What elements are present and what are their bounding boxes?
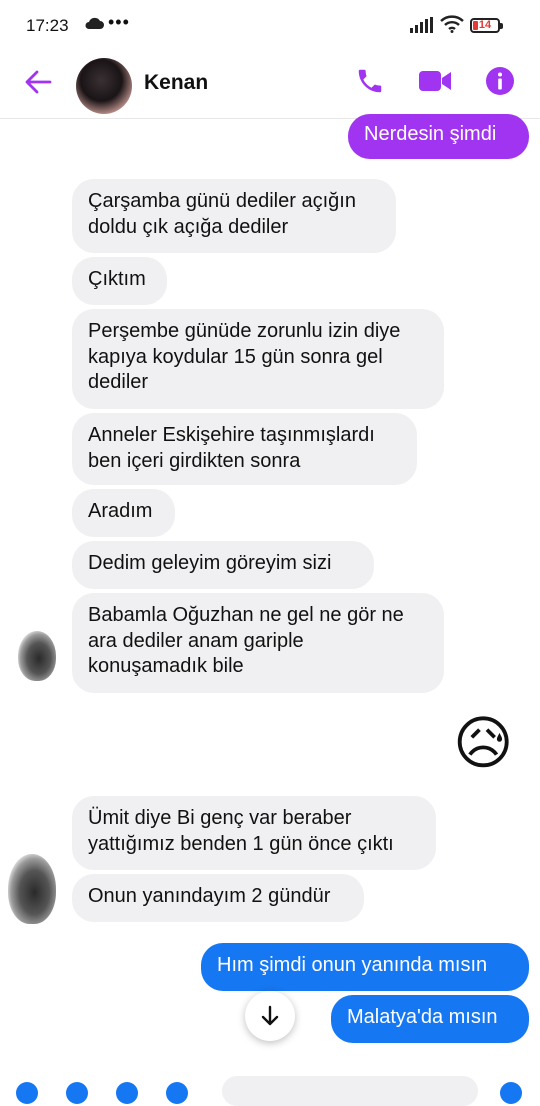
video-camera-icon[interactable]: [418, 68, 454, 99]
message-incoming[interactable]: Dedim geleyim göreyim sizi: [72, 541, 374, 589]
sender-avatar[interactable]: [18, 631, 56, 681]
message-list[interactable]: Nerdesin şimdi Çarşamba günü dediler açı…: [0, 114, 540, 1087]
message-outgoing-emoji[interactable]: 😥: [453, 712, 513, 776]
status-time: 17:23: [26, 16, 69, 35]
wifi-icon: [440, 15, 464, 38]
status-bar: 17:23 ••• 14: [0, 0, 540, 52]
arrow-down-icon: [261, 1005, 279, 1026]
gallery-icon[interactable]: [116, 1082, 138, 1104]
more-notifications-icon: •••: [108, 12, 130, 32]
message-incoming[interactable]: Onun yanındayım 2 gündür: [72, 874, 364, 922]
like-icon[interactable]: [500, 1082, 522, 1104]
contact-name[interactable]: Kenan: [144, 71, 208, 95]
message-outgoing[interactable]: Malatya'da mısın: [331, 995, 529, 1043]
message-incoming[interactable]: Babamla Oğuzhan ne gel ne gör ne ara ded…: [72, 593, 444, 693]
message-outgoing[interactable]: Nerdesin şimdi: [348, 114, 529, 159]
message-composer: [0, 1074, 540, 1106]
message-input[interactable]: [222, 1076, 478, 1106]
message-outgoing[interactable]: Hım şimdi onun yanında mısın: [201, 943, 529, 991]
signal-icon: [410, 17, 434, 38]
microphone-icon[interactable]: [166, 1082, 188, 1104]
phone-icon[interactable]: [355, 66, 385, 101]
cloud-icon: [84, 15, 104, 35]
conversation-header: Kenan: [0, 52, 540, 119]
info-icon[interactable]: [485, 66, 515, 101]
sender-avatar[interactable]: [8, 854, 56, 924]
message-incoming[interactable]: Perşembe günüde zorunlu izin diye kapıya…: [72, 309, 444, 409]
more-actions-icon[interactable]: [16, 1082, 38, 1104]
message-incoming[interactable]: Aradım: [72, 489, 175, 537]
scroll-to-bottom-button[interactable]: [245, 991, 295, 1041]
contact-avatar[interactable]: [76, 58, 132, 114]
battery-icon: 14: [470, 18, 503, 33]
battery-level: 14: [478, 19, 492, 31]
camera-icon[interactable]: [66, 1082, 88, 1104]
message-incoming[interactable]: Çıktım: [72, 257, 167, 305]
message-incoming[interactable]: Çarşamba günü dediler açığın doldu çık a…: [72, 179, 396, 253]
message-incoming[interactable]: Anneler Eskişehire taşınmışlardı ben içe…: [72, 413, 417, 485]
back-arrow-icon[interactable]: [24, 68, 52, 101]
message-incoming[interactable]: Ümit diye Bi genç var beraber yattığımız…: [72, 796, 436, 870]
